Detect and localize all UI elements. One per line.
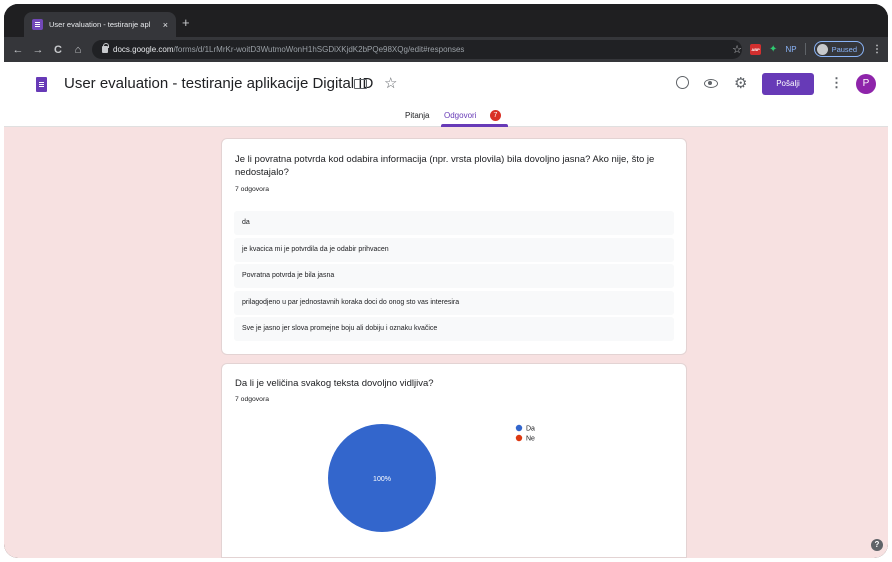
forms-favicon-icon [32,19,43,30]
tab-questions[interactable]: Pitanja [405,111,429,120]
new-tab-icon[interactable]: + [182,16,190,29]
profile-status: Paused [831,44,857,54]
more-options-icon[interactable]: ⋮ [830,75,843,91]
answer-item: Povratna potvrda je bila jasna [234,264,674,288]
question-title: Je li povratna potvrda kod odabira infor… [235,154,655,178]
response-count: 7 odgovora [235,186,270,193]
legend-label: Ne [526,436,535,443]
legend-label: Da [526,426,535,433]
star-icon[interactable]: ☆ [384,74,397,92]
answer-item: prilagodjeno u par jednostavnih koraka d… [234,290,674,315]
browser-window: User evaluation - testiranje apl × + ← →… [4,4,888,558]
browser-menu-icon[interactable]: ⋮ [872,44,882,55]
browser-toolbar: ← → C ⌂ docs.google.com/forms/d/1LrMrKr-… [4,37,888,62]
folder-icon[interactable] [354,79,367,89]
profile-avatar-icon [816,43,828,55]
forward-icon[interactable]: → [30,44,46,56]
adblock-extension-icon[interactable]: ABP [750,43,762,55]
forms-logo-icon[interactable] [36,77,47,92]
responses-count-badge: 7 [490,110,501,121]
send-button[interactable]: Pošalji [762,73,814,95]
toolbar-right: ☆ ABP ✦ NP Paused ⋮ [732,41,882,57]
profile-button[interactable]: Paused [813,41,864,57]
answer-item: Sve je jasno jer slova promejne boju ali… [234,317,674,341]
url-text: docs.google.com/forms/d/1LrMrKr-woitD3Wu… [113,45,465,54]
help-icon[interactable]: ? [871,539,883,551]
tab-strip: User evaluation - testiranje apl × + [4,4,888,37]
close-icon[interactable]: × [163,20,168,30]
legend-marker [515,434,523,442]
extension-icon[interactable]: ✦ [769,44,777,55]
question-card: Da li je veličina svakog teksta dovoljno… [221,363,687,558]
bookmark-star-icon[interactable]: ☆ [732,43,742,56]
answer-item: je kvacica mi je potvrdila da je odabir … [234,237,674,262]
preview-eye-icon[interactable] [704,79,718,88]
tab-responses[interactable]: Odgovori [444,111,476,120]
gear-icon[interactable]: ⚙ [734,74,747,92]
form-tabs: Pitanja Odgovori 7 [4,107,888,127]
question-card: Je li povratna potvrda kod odabira infor… [221,138,687,355]
page-title[interactable]: User evaluation - testiranje aplikacije … [64,75,373,92]
tab-title: User evaluation - testiranje apl [49,20,151,29]
palette-icon[interactable] [676,76,689,89]
pie-chart: 100% Da Ne [328,424,535,532]
active-tab-indicator [441,124,508,127]
browser-tab[interactable]: User evaluation - testiranje apl × [24,12,176,37]
legend-marker [515,424,523,432]
divider [804,43,806,55]
address-bar[interactable]: docs.google.com/forms/d/1LrMrKr-woitD3Wu… [92,40,742,59]
answer-list: da je kvacica mi je potvrdila da je odab… [234,211,674,344]
avatar[interactable]: P [856,74,876,94]
forms-header: User evaluation - testiranje aplikacije … [4,62,888,127]
lock-icon [102,43,109,53]
answer-item: da [234,211,674,235]
forms-page: User evaluation - testiranje aplikacije … [4,62,888,558]
reload-icon[interactable]: C [50,44,66,56]
home-icon[interactable]: ⌂ [70,44,86,56]
pie-slice-label: 100% [373,476,391,483]
np-extension-icon[interactable]: NP [785,45,796,54]
back-icon[interactable]: ← [10,44,26,56]
